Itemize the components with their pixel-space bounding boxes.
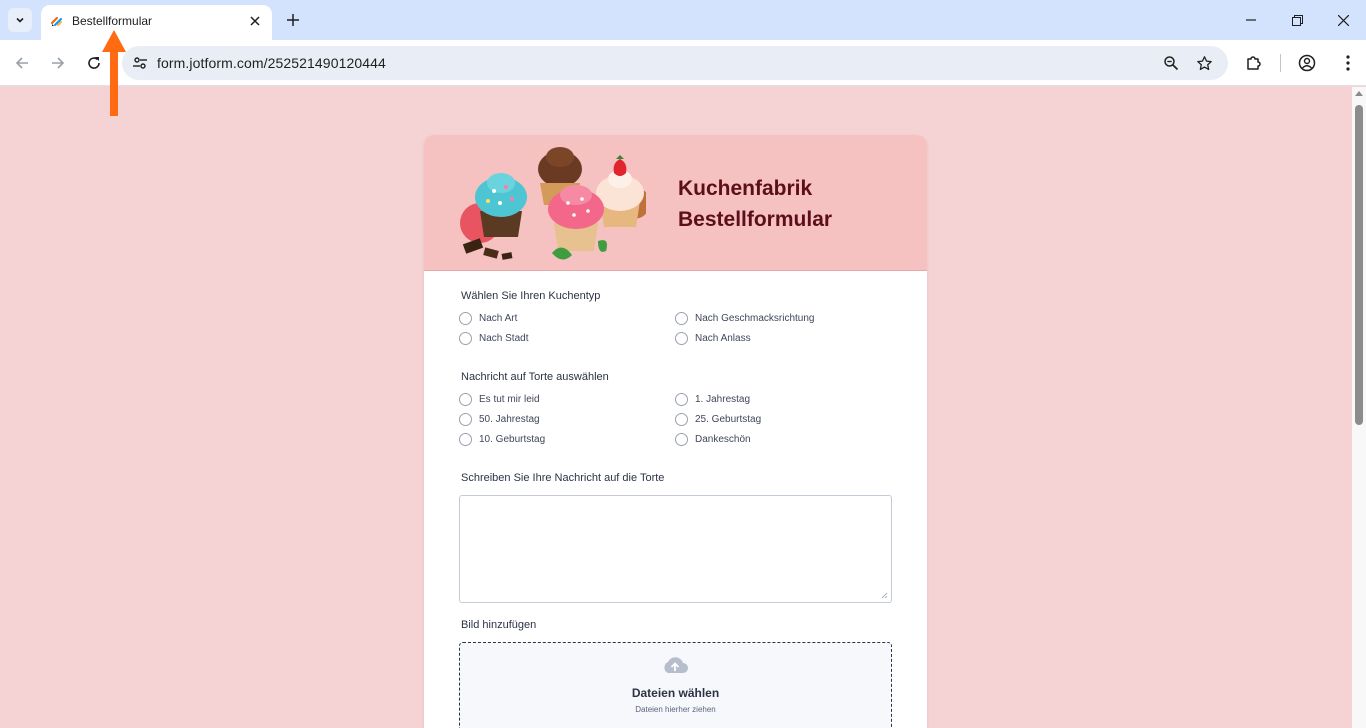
radio-1-jahrestag[interactable] [675,393,688,406]
extensions-button[interactable] [1242,51,1266,75]
menu-button[interactable] [1336,51,1360,75]
account-icon [1298,54,1316,72]
cloud-upload-icon [664,657,688,673]
scroll-up-arrow-icon[interactable] [1355,91,1363,96]
drag-files-hint: Dateien hierher ziehen [635,705,716,714]
tab-active[interactable]: Bestellformular [41,5,272,40]
radio-label-nach-stadt[interactable]: Nach Stadt [479,333,528,344]
scroll-thumb[interactable] [1355,105,1363,425]
question-cake-type-label: Wählen Sie Ihren Kuchentyp [461,290,601,302]
bookmark-button[interactable] [1193,52,1215,74]
arrow-right-icon [52,57,65,69]
tune-icon [133,57,147,69]
form-card: Kuchenfabrik Bestellformular Wählen Sie … [424,135,927,728]
minimize-button[interactable] [1241,10,1261,30]
radio-label-10-geburtstag[interactable]: 10. Geburtstag [479,434,545,445]
form-header: Kuchenfabrik Bestellformular [424,135,927,271]
back-button[interactable] [10,51,34,75]
resize-grip-icon[interactable] [881,592,888,599]
form-title: Kuchenfabrik Bestellformular [678,173,832,235]
question-add-image-label: Bild hinzufügen [461,619,537,631]
form-title-line1: Kuchenfabrik [678,177,813,200]
address-bar[interactable]: form.jotform.com/252521490120444 [122,46,1228,80]
profile-button[interactable] [1295,51,1319,75]
radio-label-es-tut-mir-leid[interactable]: Es tut mir leid [479,394,540,405]
radio-nach-art[interactable] [459,312,472,325]
choose-files-button[interactable]: Dateien wählen [460,686,891,700]
star-icon [1196,55,1212,70]
site-info-button[interactable] [128,51,152,75]
tab-title: Bestellformular [72,14,153,28]
radio-25-geburtstag[interactable] [675,413,688,426]
radio-label-50-jahrestag[interactable]: 50. Jahrestag [479,414,540,425]
arrow-left-icon [15,57,28,69]
question-cake-message-label: Nachricht auf Torte auswählen [461,371,609,383]
close-icon [250,16,260,26]
restore-icon [1291,14,1303,26]
url-text[interactable]: form.jotform.com/252521490120444 [157,55,386,71]
close-icon [1337,14,1349,26]
radio-nach-stadt[interactable] [459,332,472,345]
chevron-down-icon [16,17,24,23]
toolbar-divider [1280,54,1281,72]
question-custom-message-label: Schreiben Sie Ihre Nachricht auf die Tor… [461,472,665,484]
new-tab-button[interactable] [283,10,303,30]
radio-nach-anlass[interactable] [675,332,688,345]
page-scrollbar[interactable] [1352,87,1366,728]
radio-label-nach-geschmacksrichtung[interactable]: Nach Geschmacksrichtung [695,313,815,324]
close-window-button[interactable] [1333,10,1353,30]
radio-label-nach-anlass[interactable]: Nach Anlass [695,333,751,344]
jotform-favicon-icon [51,17,62,26]
annotation-arrow-icon [102,30,126,116]
tab-close-button[interactable] [246,12,264,30]
radio-label-1-jahrestag[interactable]: 1. Jahrestag [695,394,750,405]
radio-label-dankeschoen[interactable]: Dankeschön [695,434,751,445]
radio-nach-geschmacksrichtung[interactable] [675,312,688,325]
custom-message-textarea[interactable] [459,495,892,603]
forward-button[interactable] [46,51,70,75]
zoom-out-icon [1164,56,1179,71]
radio-label-25-geburtstag[interactable]: 25. Geburtstag [695,414,761,425]
radio-10-geburtstag[interactable] [459,433,472,446]
radio-label-nach-art[interactable]: Nach Art [479,313,517,324]
tab-search-button[interactable] [8,8,32,32]
zoom-button[interactable] [1160,52,1182,74]
form-title-line2: Bestellformular [678,208,833,231]
plus-icon [287,14,299,26]
cupcakes-image [460,147,646,260]
file-upload-dropzone[interactable]: Dateien wählen Dateien hierher ziehen [459,642,892,728]
puzzle-icon [1247,56,1261,70]
radio-es-tut-mir-leid[interactable] [459,393,472,406]
minimize-icon [1246,19,1256,21]
tab-strip: Bestellformular [0,0,1366,40]
radio-dankeschoen[interactable] [675,433,688,446]
restore-button[interactable] [1287,10,1307,30]
radio-50-jahrestag[interactable] [459,413,472,426]
browser-toolbar: form.jotform.com/252521490120444 [0,40,1366,86]
more-vert-icon [1346,55,1350,71]
